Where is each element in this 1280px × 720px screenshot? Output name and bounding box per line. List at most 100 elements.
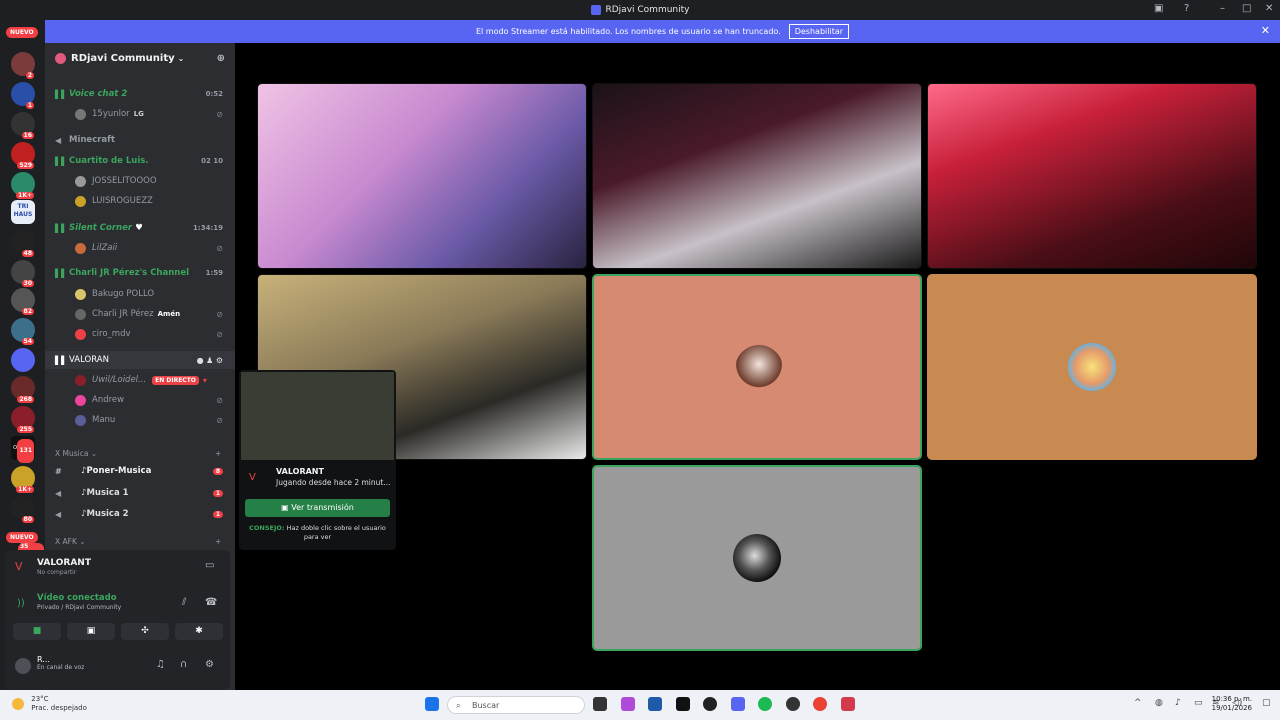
voice-channel[interactable]: ◀ Minecraft xyxy=(45,131,235,149)
disconnect-icon[interactable]: ☎ xyxy=(205,597,217,608)
deafen-icon: ⊘ xyxy=(216,109,223,119)
deafen-icon: ⊘ xyxy=(216,243,223,253)
headphones-icon[interactable]: ∩ xyxy=(180,659,187,670)
server-icon[interactable]: 54 xyxy=(11,318,35,345)
server-icon[interactable]: 1K+ xyxy=(11,466,35,493)
avatar xyxy=(75,175,86,187)
voice-user[interactable]: JOSSELITOOOO xyxy=(45,172,235,190)
server-icon-active[interactable] xyxy=(11,348,35,372)
camera-button[interactable]: ■ xyxy=(13,623,61,640)
avatar-tile[interactable] xyxy=(592,465,922,651)
valorant-taskbar-icon[interactable] xyxy=(841,697,855,711)
server-icon[interactable]: 30 xyxy=(11,260,35,287)
store-icon[interactable] xyxy=(648,697,662,711)
windows-start-icon[interactable] xyxy=(425,697,439,711)
add-channel-icon[interactable]: + xyxy=(215,537,221,546)
video-tile[interactable] xyxy=(257,83,587,269)
help-icon[interactable]: ? xyxy=(1184,3,1189,14)
add-member-icon[interactable]: ⊕ xyxy=(217,53,225,64)
voice-activity-icon: ▌▌ xyxy=(55,268,68,278)
screen-share-button[interactable]: ▣ xyxy=(67,623,115,640)
weather-widget[interactable]: 23°C Prac. despejado xyxy=(12,695,87,713)
server-header[interactable]: RDjavi Community ⌄ ⊕ xyxy=(45,43,235,73)
disable-streamer-button[interactable]: Deshabilitar xyxy=(788,24,850,39)
taskbar-search[interactable]: ⌕ Buscar xyxy=(447,696,585,714)
video-stage xyxy=(235,43,1280,690)
avatar xyxy=(75,394,86,406)
noise-suppression-icon[interactable]: ⫽ xyxy=(182,597,186,608)
activities-button[interactable]: ✣ xyxy=(121,623,169,640)
close-window-icon[interactable]: ✕ xyxy=(1265,3,1273,14)
microphone-icon[interactable]: ♫ xyxy=(156,659,165,670)
server-icon[interactable]: 255 xyxy=(11,406,35,433)
taskbar-clock[interactable]: 10:36 p. m. 19/01/2026 xyxy=(1212,695,1252,713)
server-icon-origen[interactable]: ORIGEN131 xyxy=(11,436,35,463)
server-icon[interactable]: 16 xyxy=(11,112,35,139)
avatar[interactable] xyxy=(15,658,31,674)
channel-settings-icon[interactable]: ● ♟ ⚙ xyxy=(197,356,223,365)
voice-user[interactable]: Bakugo POLLO xyxy=(45,285,235,303)
inbox-icon[interactable]: ▣ xyxy=(1154,3,1163,14)
microphone-tray-icon[interactable]: ♪ xyxy=(1175,698,1181,708)
server-icon[interactable]: 48 xyxy=(11,230,35,257)
close-banner-icon[interactable]: ✕ xyxy=(1261,24,1270,37)
server-icon[interactable]: 268 xyxy=(11,376,35,403)
watch-stream-button[interactable]: ▣ Ver transmisión xyxy=(245,499,390,517)
share-screen-icon[interactable]: ▭ xyxy=(205,560,214,571)
minimize-icon[interactable]: – xyxy=(1220,3,1225,14)
spotify-icon[interactable] xyxy=(758,697,772,711)
windows-taskbar: 23°C Prac. despejado ⌕ Buscar ^ ◍ ♪ ▭ ≋ … xyxy=(0,690,1280,720)
monitor-tray-icon[interactable]: ▭ xyxy=(1194,698,1203,708)
obs-icon[interactable] xyxy=(786,697,800,711)
user-info[interactable]: R... En canal de voz xyxy=(37,655,84,671)
voice-user[interactable]: Andrew ⊘ xyxy=(45,391,235,409)
voice-user[interactable]: Manu ⊘ xyxy=(45,411,235,429)
voice-user[interactable]: LUISROGUEZZ xyxy=(45,192,235,210)
voice-user[interactable]: 15yunlor LG ⊘ xyxy=(45,105,235,123)
voice-user[interactable]: ciro_mdv ⊘ xyxy=(45,325,235,343)
add-channel-icon[interactable]: + xyxy=(215,449,221,458)
popup-tip: CONSEJO: Haz doble clic sobre el usuario… xyxy=(249,524,386,541)
voice-user[interactable]: LilZaii ⊘ xyxy=(45,239,235,257)
voice-channel[interactable]: ◀ ♪ Musica 11 xyxy=(45,484,235,502)
stream-preview-thumbnail[interactable] xyxy=(241,372,394,460)
chevron-up-icon[interactable]: ^ xyxy=(1134,698,1142,708)
voice-channel[interactable]: ▌▌ Voice chat 2 0:52 xyxy=(45,85,235,103)
server-icon[interactable]: 1 xyxy=(11,82,35,109)
voice-user[interactable]: Uwil/Loidel... EN DIRECTO ▾ xyxy=(45,371,235,389)
server-icon[interactable]: 80 xyxy=(11,496,35,523)
stream-icon: ▾ xyxy=(202,375,207,385)
server-icon[interactable]: 82 xyxy=(11,288,35,315)
voice-user[interactable]: Charli JR Pérez Amén ⊘ xyxy=(45,305,235,323)
network-app-icon[interactable]: ◍ xyxy=(1155,698,1163,708)
voice-connection-status[interactable]: Vídeo conectado Privado / RDjavi Communit… xyxy=(37,593,121,611)
voice-channel[interactable]: ▌▌ Silent Corner ♥ 1:34:19 xyxy=(45,219,235,237)
app-icon[interactable] xyxy=(703,697,717,711)
category-musica[interactable]: X Musica ⌄ + xyxy=(55,449,221,458)
discord-taskbar-icon[interactable] xyxy=(731,697,745,711)
settings-gear-icon[interactable]: ⚙ xyxy=(205,659,214,670)
voice-channel[interactable]: ▌▌ Cuartito de Luis. 02 10 xyxy=(45,152,235,170)
avatar-tile[interactable] xyxy=(927,274,1257,460)
voice-channel-active[interactable]: ▌▌ VALORAN ● ♟ ⚙ xyxy=(45,351,235,369)
capcut-icon[interactable] xyxy=(676,697,690,711)
maximize-icon[interactable]: □ xyxy=(1242,3,1251,14)
voice-channel[interactable]: ▌▌ Charli JR Pérez's Channel 1:59 xyxy=(45,264,235,282)
notifications-icon[interactable]: ▢ xyxy=(1262,698,1271,708)
chrome-icon[interactable] xyxy=(813,697,827,711)
server-icon[interactable]: 2 xyxy=(11,52,35,79)
server-icon-trihaus[interactable]: TRI HAUS xyxy=(11,200,35,224)
video-tile[interactable] xyxy=(592,83,922,269)
copilot-icon[interactable] xyxy=(621,697,635,711)
avatar-tile[interactable] xyxy=(592,274,922,460)
category-afk[interactable]: X AFK ⌄ + xyxy=(55,537,221,546)
soundboard-button[interactable]: ✱ xyxy=(175,623,223,640)
avatar xyxy=(75,308,86,320)
video-tile[interactable] xyxy=(927,83,1257,269)
task-view-icon[interactable] xyxy=(593,697,607,711)
text-channel[interactable]: # ♪ Poner-Musica 8 xyxy=(45,462,235,480)
avatar xyxy=(733,534,781,582)
server-icon[interactable]: 529 xyxy=(11,142,35,169)
server-icon[interactable]: 1K+ xyxy=(11,172,35,199)
voice-channel[interactable]: ◀ ♪ Musica 21 xyxy=(45,505,235,523)
